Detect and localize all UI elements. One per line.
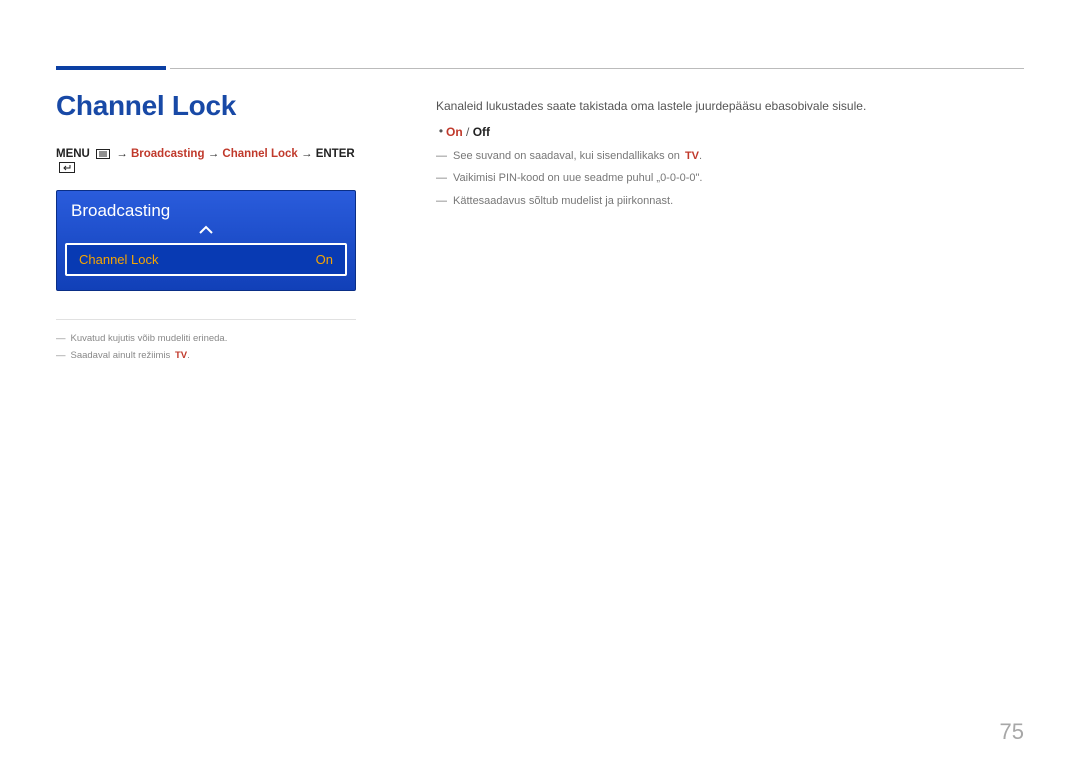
footnote-2: ― Saadaval ainult režiimis TV. bbox=[56, 347, 376, 364]
content-columns: Channel Lock MENU → Broadcasting → Chann… bbox=[56, 90, 1024, 364]
footnote-dash-icon: ― bbox=[56, 330, 66, 347]
subnote-2: ― Vaikimisi PIN-kood on uue seadme puhul… bbox=[436, 169, 1024, 188]
option-bullet: • On / Off bbox=[436, 122, 1024, 142]
subnote-1-period: . bbox=[699, 150, 702, 162]
subnote-3-text: Kättesaadavus sõltub mudelist ja piirkon… bbox=[453, 192, 673, 211]
subnote-1-tv: TV bbox=[685, 150, 699, 162]
subnote-2-text: Vaikimisi PIN-kood on uue seadme puhul „… bbox=[453, 169, 703, 188]
menu-item-value: On bbox=[316, 252, 333, 267]
breadcrumb-arrow-3: → bbox=[301, 148, 313, 160]
footnote-2-period: . bbox=[187, 350, 190, 361]
right-column: Kanaleid lukustades saate takistada oma … bbox=[406, 90, 1024, 364]
option-on-off: On / Off bbox=[446, 122, 490, 142]
footnote-1-text: Kuvatud kujutis võib mudeliti erineda. bbox=[71, 330, 228, 347]
option-off: Off bbox=[473, 125, 490, 139]
footnote-dash-icon: ― bbox=[56, 347, 66, 364]
menu-item-label: Channel Lock bbox=[79, 252, 159, 267]
breadcrumb-channel-lock: Channel Lock bbox=[222, 148, 297, 160]
bullet-dot-icon: • bbox=[436, 122, 446, 141]
subnote-dash-icon: ― bbox=[436, 192, 447, 211]
header-accent-bar bbox=[56, 66, 166, 70]
breadcrumb-broadcasting: Broadcasting bbox=[131, 148, 205, 160]
menu-icon bbox=[96, 149, 110, 162]
enter-icon bbox=[59, 162, 75, 176]
breadcrumb-menu: MENU bbox=[56, 148, 90, 160]
breadcrumb-arrow-2: → bbox=[208, 148, 220, 160]
menu-item-channel-lock[interactable]: Channel Lock On bbox=[65, 243, 347, 276]
description-text: Kanaleid lukustades saate takistada oma … bbox=[436, 96, 1024, 116]
left-column: Channel Lock MENU → Broadcasting → Chann… bbox=[56, 90, 406, 364]
subnote-dash-icon: ― bbox=[436, 147, 447, 166]
panel-up-arrow-icon[interactable] bbox=[57, 223, 355, 243]
breadcrumb-arrow-1: → bbox=[116, 148, 128, 160]
footnote-1: ― Kuvatud kujutis võib mudeliti erineda. bbox=[56, 330, 376, 347]
subnote-3: ― Kättesaadavus sõltub mudelist ja piirk… bbox=[436, 192, 1024, 211]
page-title: Channel Lock bbox=[56, 90, 376, 122]
footnote-2-tv: TV bbox=[175, 350, 187, 361]
page-number: 75 bbox=[1000, 719, 1024, 745]
notes-divider bbox=[56, 319, 356, 320]
subnote-dash-icon: ― bbox=[436, 169, 447, 188]
manual-page: Channel Lock MENU → Broadcasting → Chann… bbox=[0, 0, 1080, 763]
panel-title: Broadcasting bbox=[57, 191, 355, 223]
footnote-2-prefix: Saadaval ainult režiimis bbox=[71, 350, 171, 361]
menu-breadcrumb: MENU → Broadcasting → Channel Lock → ENT… bbox=[56, 148, 376, 176]
subnote-1: ― See suvand on saadaval, kui sisendalli… bbox=[436, 147, 1024, 166]
header-rule bbox=[170, 68, 1024, 69]
tv-menu-panel: Broadcasting Channel Lock On bbox=[56, 190, 356, 291]
subnote-1-prefix: See suvand on saadaval, kui sisendallika… bbox=[453, 150, 680, 162]
breadcrumb-enter: ENTER bbox=[316, 148, 355, 160]
option-slash: / bbox=[463, 125, 473, 139]
option-on: On bbox=[446, 125, 463, 139]
